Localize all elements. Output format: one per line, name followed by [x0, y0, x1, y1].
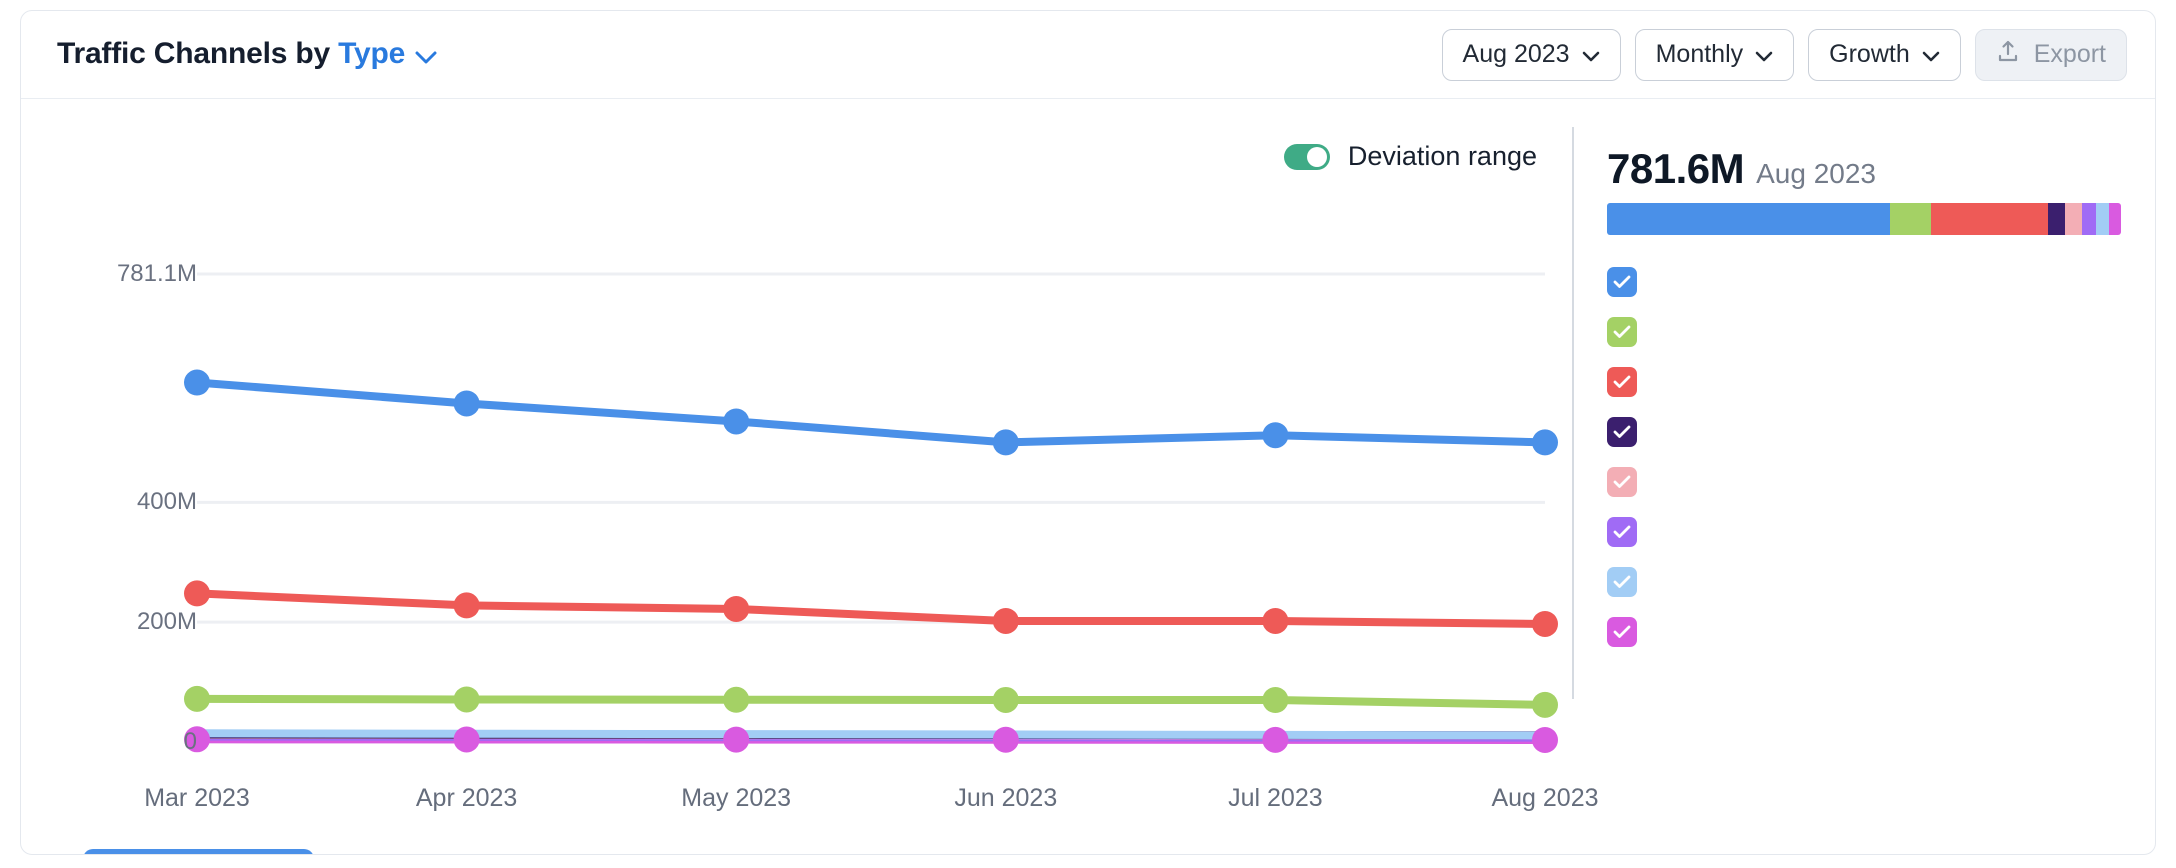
legend-row[interactable]: [1607, 457, 2127, 507]
granularity-selector[interactable]: Monthly: [1634, 28, 1795, 81]
legend-checkbox[interactable]: [1607, 317, 1637, 347]
data-point[interactable]: [184, 369, 210, 396]
page-title-dimension[interactable]: Type: [338, 37, 405, 70]
data-point[interactable]: [723, 408, 750, 435]
legend-checkbox[interactable]: [1607, 367, 1637, 397]
series-line: [193, 378, 1549, 447]
data-point[interactable]: [992, 726, 1019, 753]
data-point[interactable]: [453, 726, 480, 753]
stacked-share-bar: [1607, 203, 2121, 235]
y-axis-tick-label: 0: [183, 728, 197, 755]
data-point[interactable]: [1532, 726, 1558, 753]
period-selector-label: Aug 2023: [1462, 40, 1570, 68]
metric-selector-label: Growth: [1829, 40, 1910, 68]
legend-row[interactable]: [1607, 407, 2127, 457]
data-point[interactable]: [723, 726, 750, 753]
y-axis-tick-label: 781.1M: [116, 260, 197, 287]
legend-row[interactable]: [1607, 557, 2127, 607]
upload-icon: [1996, 39, 2020, 70]
legend-row[interactable]: [1607, 257, 2127, 307]
export-button-label: Export: [2033, 40, 2106, 68]
legend-checkbox[interactable]: [1607, 467, 1637, 497]
total-value: 781.6M: [1607, 145, 1745, 192]
data-point[interactable]: [992, 686, 1019, 713]
data-point[interactable]: [1262, 422, 1289, 449]
stacked-bar-segment: [1931, 203, 2048, 235]
series-line: [193, 729, 1549, 740]
export-button[interactable]: Export: [1974, 28, 2127, 81]
series-line: [193, 694, 1549, 709]
legend-checkbox[interactable]: [1607, 567, 1637, 597]
data-point[interactable]: [453, 686, 480, 713]
data-point[interactable]: [1262, 607, 1289, 634]
x-axis-tick-label: Jul 2023: [1228, 784, 1323, 812]
view-full-report-button[interactable]: View full report: [83, 849, 315, 854]
page-title-main: Traffic Channels by: [57, 36, 330, 70]
stacked-bar-segment: [2047, 203, 2065, 235]
data-point[interactable]: [992, 429, 1019, 456]
total-period: Aug 2023: [1756, 158, 1876, 189]
legend-row[interactable]: [1607, 607, 2127, 657]
y-axis-tick-label: 200M: [136, 608, 197, 636]
x-axis-tick-label: May 2023: [681, 784, 792, 812]
x-axis-tick-label: Jun 2023: [954, 784, 1058, 812]
widget-body: Deviation range 781.1M 400M 200M 0 Mar 2023…: [21, 99, 2155, 854]
chart-canvas: [184, 272, 1558, 753]
data-point[interactable]: [453, 592, 480, 619]
legend-list: [1607, 257, 2127, 657]
stacked-bar-segment: [1889, 203, 1932, 235]
granularity-selector-label: Monthly: [1655, 40, 1744, 68]
data-point[interactable]: [1532, 429, 1558, 456]
data-point[interactable]: [1262, 686, 1289, 713]
data-point[interactable]: [1532, 610, 1558, 637]
metric-selector[interactable]: Growth: [1808, 28, 1961, 81]
period-selector[interactable]: Aug 2023: [1441, 28, 1621, 81]
chevron-down-icon[interactable]: [415, 38, 437, 72]
legend-checkbox[interactable]: [1607, 417, 1637, 447]
data-point[interactable]: [1532, 691, 1558, 718]
series-line: [193, 589, 1549, 628]
stacked-bar-segment: [2109, 203, 2121, 235]
x-axis-tick-label: Apr 2023: [415, 784, 518, 812]
data-point[interactable]: [453, 390, 480, 417]
header-toolbar: Aug 2023 Monthly Growth Export: [1441, 28, 2127, 81]
data-point[interactable]: [723, 686, 750, 713]
data-point[interactable]: [184, 580, 210, 607]
legend-checkbox[interactable]: [1607, 267, 1637, 297]
y-axis-tick-label: 400M: [136, 488, 197, 516]
chart-area: Deviation range 781.1M 400M 200M 0 Mar 2023…: [21, 99, 1599, 854]
legend-row[interactable]: [1607, 357, 2127, 407]
data-point[interactable]: [992, 607, 1019, 634]
stacked-bar-segment: [2095, 203, 2110, 235]
chevron-down-icon: [1922, 40, 1940, 69]
legend-checkbox[interactable]: [1607, 617, 1637, 647]
stacked-bar-segment: [1607, 203, 1890, 235]
stacked-bar-segment: [2081, 203, 2096, 235]
legend-row[interactable]: [1607, 507, 2127, 557]
data-point[interactable]: [1262, 726, 1289, 753]
stacked-bar-segment: [2064, 203, 2082, 235]
chevron-down-icon: [1755, 40, 1773, 69]
summary-panel: 781.6M Aug 2023: [1573, 99, 2155, 854]
traffic-channels-widget: Traffic Channels by Type Aug 2023 Monthl…: [20, 10, 2156, 855]
widget-header: Traffic Channels by Type Aug 2023 Monthl…: [21, 11, 2155, 99]
legend-checkbox[interactable]: [1607, 517, 1637, 547]
x-axis-tick-label: Mar 2023: [144, 784, 250, 812]
total-summary: 781.6M Aug 2023: [1607, 145, 1876, 193]
chevron-down-icon: [1582, 40, 1600, 69]
page-title: Traffic Channels by Type: [57, 37, 437, 72]
line-chart: 781.1M 400M 200M 0 Mar 2023 Apr 2023 May 2023…: [21, 99, 1599, 812]
data-point[interactable]: [184, 685, 210, 712]
legend-row[interactable]: [1607, 307, 2127, 357]
data-point[interactable]: [723, 595, 750, 622]
